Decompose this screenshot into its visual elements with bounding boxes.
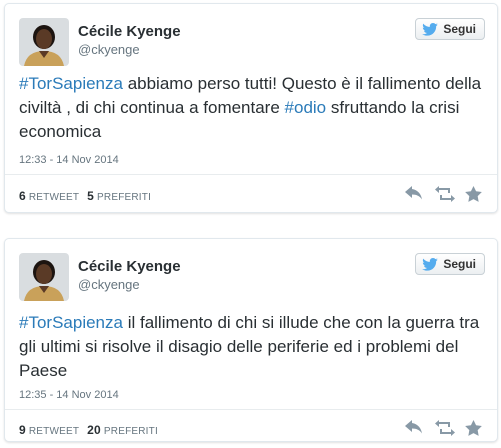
- tweet-stats: 9 RETWEET 20 PREFERITI: [19, 423, 158, 437]
- author-handle[interactable]: @ckyenge: [78, 277, 140, 292]
- reply-icon[interactable]: [405, 186, 423, 202]
- follow-button[interactable]: Segui: [415, 18, 485, 40]
- favorite-label: PREFERITI: [103, 426, 158, 437]
- tweet-card: Cécile Kyenge @ckyenge Segui #TorSapienz…: [4, 3, 498, 213]
- retweet-stat[interactable]: 6 RETWEET: [19, 189, 79, 203]
- retweet-label: RETWEET: [28, 192, 80, 203]
- tweet-text: #TorSapienza abbiamo perso tutti! Questo…: [19, 72, 489, 144]
- follow-label: Segui: [443, 257, 476, 271]
- star-icon[interactable]: [465, 186, 483, 202]
- favorite-stat[interactable]: 5 PREFERITI: [87, 189, 151, 203]
- retweet-count: 9: [19, 423, 26, 437]
- twitter-bird-icon: [422, 257, 439, 271]
- retweet-label: RETWEET: [28, 426, 80, 437]
- divider: [5, 174, 497, 175]
- follow-label: Segui: [443, 22, 476, 36]
- retweet-count: 6: [19, 189, 26, 203]
- retweet-icon[interactable]: [435, 186, 455, 202]
- tweet-text: #TorSapienza il fallimento di chi si ill…: [19, 311, 489, 383]
- hashtag-link[interactable]: #odio: [285, 98, 327, 117]
- tweet-timestamp[interactable]: 12:33 - 14 Nov 2014: [19, 154, 119, 166]
- favorite-label: PREFERITI: [97, 192, 152, 203]
- author-handle[interactable]: @ckyenge: [78, 42, 140, 57]
- favorite-count: 5: [87, 189, 95, 203]
- avatar[interactable]: [19, 18, 69, 66]
- tweet-actions: [405, 420, 483, 436]
- star-icon[interactable]: [465, 420, 483, 436]
- hashtag-link[interactable]: #TorSapienza: [19, 74, 123, 93]
- favorite-count: 20: [87, 423, 101, 437]
- hashtag-link[interactable]: #TorSapienza: [19, 313, 123, 332]
- tweet-actions: [405, 186, 483, 202]
- tweet-stats: 6 RETWEET 5 PREFERITI: [19, 189, 151, 203]
- author-name[interactable]: Cécile Kyenge: [78, 258, 181, 275]
- avatar[interactable]: [19, 253, 69, 301]
- tweet-timestamp[interactable]: 12:35 - 14 Nov 2014: [19, 389, 119, 401]
- divider: [5, 409, 497, 410]
- reply-icon[interactable]: [405, 420, 423, 436]
- favorite-stat[interactable]: 20 PREFERITI: [87, 423, 158, 437]
- author-name[interactable]: Cécile Kyenge: [78, 23, 181, 40]
- tweet-card: Cécile Kyenge @ckyenge Segui #TorSapienz…: [4, 238, 498, 442]
- follow-button[interactable]: Segui: [415, 253, 485, 275]
- retweet-stat[interactable]: 9 RETWEET: [19, 423, 79, 437]
- twitter-bird-icon: [422, 22, 439, 36]
- retweet-icon[interactable]: [435, 420, 455, 436]
